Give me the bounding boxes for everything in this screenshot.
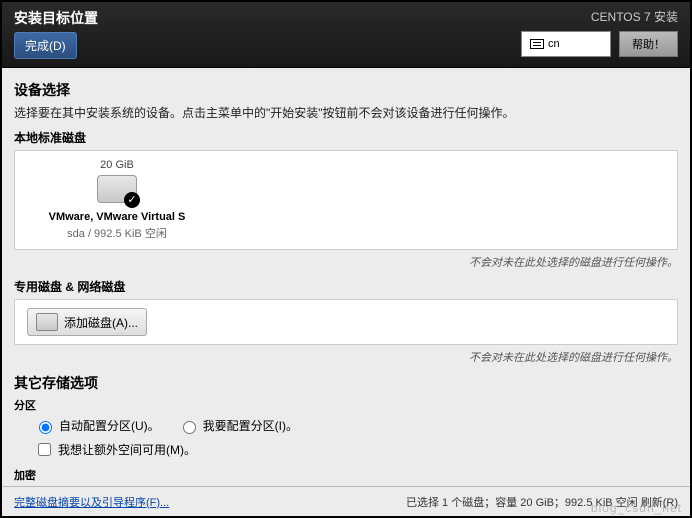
extra-space-label: 我想让额外空间可用(M)。 — [58, 441, 196, 458]
add-disk-button[interactable]: 添加磁盘(A)... — [27, 308, 147, 336]
disk-size: 20 GiB — [27, 159, 207, 171]
device-selection-title: 设备选择 — [14, 80, 678, 100]
manual-partition-label: 我要配置分区(I)。 — [203, 417, 298, 434]
keyboard-icon — [530, 39, 544, 49]
main-content: 设备选择 选择要在其中安装系统的设备。点击主菜单中的"开始安装"按钮前不会对该设… — [2, 68, 690, 486]
local-disks-well: 20 GiB ✓ VMware, VMware Virtual S sda / … — [14, 150, 678, 250]
header-bar: 安装目标位置 完成(D) CENTOS 7 安装 cn 帮助！ — [2, 2, 690, 68]
special-disks-well: 添加磁盘(A)... — [14, 299, 678, 345]
special-disks-title: 专用磁盘 & 网络磁盘 — [14, 278, 678, 295]
keyboard-layout-selector[interactable]: cn — [521, 31, 611, 57]
local-disks-title: 本地标准磁盘 — [14, 129, 678, 146]
encrypt-label: 加密 — [14, 467, 678, 483]
done-button[interactable]: 完成(D) — [14, 32, 77, 59]
keyboard-layout-label: cn — [548, 38, 560, 50]
check-icon: ✓ — [124, 192, 140, 208]
partition-radio-row: 自动配置分区(U)。 我要配置分区(I)。 — [34, 417, 678, 434]
hard-disk-icon: ✓ — [97, 175, 137, 203]
done-label: 完成(D) — [25, 39, 66, 53]
extra-space-check[interactable]: 我想让额外空间可用(M)。 — [34, 440, 678, 459]
footer-status: 已选择 1 个磁盘；容量 20 GiB；992.5 KiB 空闲 刷新(R) — [406, 494, 678, 510]
help-label: 帮助！ — [632, 39, 665, 51]
disk-summary-link[interactable]: 完整磁盘摘要以及引导程序(F)... — [14, 494, 169, 510]
installer-title: CENTOS 7 安装 — [591, 8, 678, 25]
special-disks-note: 不会对未在此处选择的磁盘进行任何操作。 — [14, 349, 678, 365]
footer-bar: 完整磁盘摘要以及引导程序(F)... 已选择 1 个磁盘；容量 20 GiB；9… — [2, 486, 690, 516]
local-disks-note: 不会对未在此处选择的磁盘进行任何操作。 — [14, 254, 678, 270]
add-disk-label: 添加磁盘(A)... — [64, 314, 138, 331]
storage-options-title: 其它存储选项 — [14, 373, 678, 393]
auto-partition-label: 自动配置分区(U)。 — [59, 417, 160, 434]
device-selection-desc: 选择要在其中安装系统的设备。点击主菜单中的"开始安装"按钮前不会对该设备进行任何… — [14, 104, 678, 121]
disk-info: sda / 992.5 KiB 空闲 — [27, 225, 207, 241]
extra-space-input[interactable] — [38, 443, 51, 456]
add-disk-icon — [36, 313, 58, 331]
auto-partition-input[interactable] — [39, 421, 52, 434]
disk-name: VMware, VMware Virtual S — [27, 211, 207, 223]
partition-label: 分区 — [14, 397, 678, 413]
help-button[interactable]: 帮助！ — [619, 31, 678, 57]
manual-partition-input[interactable] — [183, 421, 196, 434]
manual-partition-radio[interactable]: 我要配置分区(I)。 — [178, 417, 298, 434]
disk-tile[interactable]: 20 GiB ✓ VMware, VMware Virtual S sda / … — [27, 159, 207, 241]
auto-partition-radio[interactable]: 自动配置分区(U)。 — [34, 417, 160, 434]
page-title: 安装目标位置 — [14, 8, 98, 28]
